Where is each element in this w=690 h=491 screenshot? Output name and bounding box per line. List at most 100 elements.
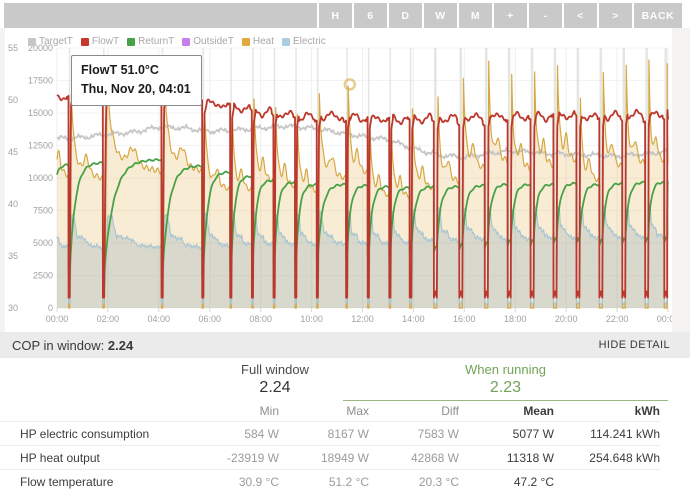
svg-text:22:00: 22:00	[606, 314, 629, 324]
legend-item-heat[interactable]: Heat	[242, 36, 274, 47]
cell-min: 584 W	[189, 427, 279, 441]
legend-label: Electric	[293, 36, 326, 47]
cell-diff: 7583 W	[369, 427, 459, 441]
toolbar-spacer	[4, 3, 317, 28]
svg-text:00:00: 00:00	[46, 314, 69, 324]
svg-text:40: 40	[8, 199, 18, 209]
cell-max: 18949 W	[279, 451, 369, 465]
stats-table-header: Min Max Diff Mean kWh	[0, 401, 660, 421]
legend-swatch-icon	[127, 38, 135, 46]
legend-label: TargetT	[39, 36, 73, 47]
row-label: HP heat output	[0, 451, 189, 465]
svg-text:45: 45	[8, 147, 18, 157]
cop-in-window-label: COP in window: 2.24	[12, 338, 133, 353]
legend-swatch-icon	[182, 38, 190, 46]
legend-label: Heat	[253, 36, 274, 47]
when-running-block: When running 2.23	[343, 362, 668, 401]
toolbar-button-next[interactable]: >	[599, 3, 632, 28]
legend-label: FlowT	[92, 36, 119, 47]
tooltip-timestamp: Thu, Nov 20, 04:01	[81, 80, 191, 99]
legend-item-flowt[interactable]: FlowT	[81, 36, 119, 47]
cell-min: 30.9 °C	[189, 475, 279, 489]
svg-text:35: 35	[8, 251, 18, 261]
full-window-value: 2.24	[185, 379, 365, 397]
table-row: HP heat output-23919 W18949 W42868 W1131…	[0, 445, 660, 469]
chart-area: 00:0002:0004:0006:0008:0010:0012:0014:00…	[0, 28, 690, 332]
toolbar-button-zoomzoom-outin[interactable]: +	[494, 3, 527, 28]
svg-text:20:00: 20:00	[555, 314, 578, 324]
toolbar-button-zoom-out[interactable]: -	[529, 3, 562, 28]
row-label: Flow temperature	[0, 475, 189, 489]
legend-swatch-icon	[81, 38, 89, 46]
cell-kwh: 254.648 kWh	[554, 451, 660, 465]
svg-text:17500: 17500	[28, 76, 53, 86]
svg-text:18:00: 18:00	[504, 314, 527, 324]
heat-pump-dashboard: H6DWM+-<>BACK 00:0002:0004:0006:0008:001…	[0, 0, 690, 491]
left-page-margin	[0, 28, 5, 332]
svg-text:16:00: 16:00	[453, 314, 476, 324]
cop-summary-bar: COP in window: 2.24 HIDE DETAIL	[0, 332, 690, 358]
column-header-min: Min	[189, 404, 279, 418]
svg-text:2500: 2500	[33, 271, 53, 281]
cell-max: 8167 W	[279, 427, 369, 441]
toolbar-button-h[interactable]: H	[319, 3, 352, 28]
svg-text:10:00: 10:00	[300, 314, 323, 324]
svg-text:10000: 10000	[28, 173, 53, 183]
full-window-block: Full window 2.24	[185, 362, 365, 397]
svg-text:04:00: 04:00	[148, 314, 171, 324]
toolbar-button-m[interactable]: M	[459, 3, 492, 28]
svg-text:50: 50	[8, 95, 18, 105]
svg-text:7500: 7500	[33, 206, 53, 216]
svg-text:55: 55	[8, 43, 18, 53]
cell-max: 51.2 °C	[279, 475, 369, 489]
cop-label-text: COP in window:	[12, 338, 104, 353]
svg-text:12500: 12500	[28, 141, 53, 151]
time-range-toolbar: H6DWM+-<>BACK	[4, 3, 682, 28]
cell-kwh: 114.241 kWh	[554, 427, 660, 441]
when-running-value: 2.23	[343, 379, 668, 397]
legend-item-targett[interactable]: TargetT	[28, 36, 73, 47]
toolbar-button-w[interactable]: W	[424, 3, 457, 28]
column-header-diff: Diff	[369, 404, 459, 418]
svg-text:15000: 15000	[28, 108, 53, 118]
stats-table: Min Max Diff Mean kWh HP electric consum…	[0, 401, 690, 491]
table-row: HP electric consumption584 W8167 W7583 W…	[0, 421, 660, 445]
legend-item-electric[interactable]: Electric	[282, 36, 326, 47]
svg-text:02:00: 02:00	[97, 314, 120, 324]
chart-tooltip: FlowT 51.0°C Thu, Nov 20, 04:01	[71, 55, 202, 106]
cop-stats-row: Full window 2.24 When running 2.23	[0, 358, 690, 401]
column-header-mean: Mean	[459, 404, 554, 418]
column-header-kwh: kWh	[554, 404, 660, 418]
when-running-label: When running	[343, 362, 668, 377]
toolbar-button-back[interactable]: BACK	[634, 3, 682, 28]
cell-mean: 11318 W	[459, 451, 554, 465]
tooltip-value: FlowT 51.0°C	[81, 61, 191, 80]
legend-label: ReturnT	[138, 36, 174, 47]
toolbar-button-d[interactable]: D	[389, 3, 422, 28]
cell-diff: 42868 W	[369, 451, 459, 465]
full-window-label: Full window	[185, 362, 365, 377]
svg-text:06:00: 06:00	[199, 314, 222, 324]
cell-mean: 5077 W	[459, 427, 554, 441]
svg-text:12:00: 12:00	[351, 314, 374, 324]
cell-diff: 20.3 °C	[369, 475, 459, 489]
legend-label: OutsideT	[193, 36, 234, 47]
cell-mean: 47.2 °C	[459, 475, 554, 489]
svg-text:30: 30	[8, 303, 18, 313]
legend-swatch-icon	[28, 38, 36, 46]
toolbar-button-prev[interactable]: <	[564, 3, 597, 28]
hide-detail-button[interactable]: HIDE DETAIL	[593, 338, 676, 352]
cop-value: 2.24	[108, 338, 133, 353]
toolbar-button-6[interactable]: 6	[354, 3, 387, 28]
row-label: HP electric consumption	[0, 427, 189, 441]
svg-text:5000: 5000	[33, 238, 53, 248]
right-page-margin	[672, 28, 690, 332]
svg-text:14:00: 14:00	[402, 314, 425, 324]
svg-text:0: 0	[48, 303, 53, 313]
cell-min: -23919 W	[189, 451, 279, 465]
table-row: Flow temperature30.9 °C51.2 °C20.3 °C47.…	[0, 469, 660, 491]
legend-swatch-icon	[242, 38, 250, 46]
legend-item-returnt[interactable]: ReturnT	[127, 36, 174, 47]
legend-swatch-icon	[282, 38, 290, 46]
legend-item-outsidet[interactable]: OutsideT	[182, 36, 234, 47]
